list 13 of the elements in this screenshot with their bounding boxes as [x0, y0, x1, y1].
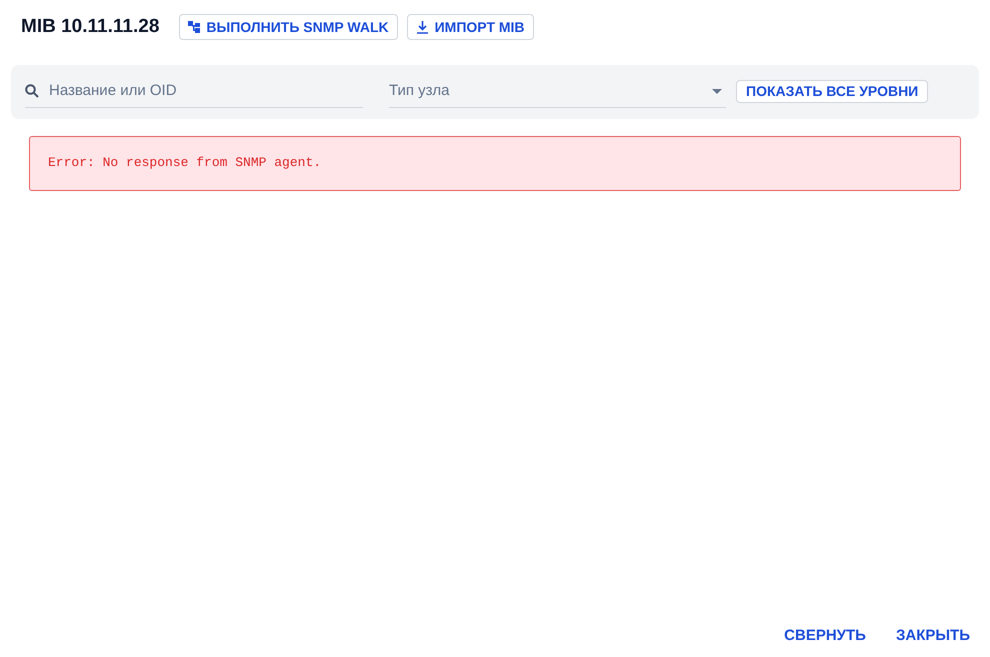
- node-type-select[interactable]: Тип узла: [389, 76, 726, 108]
- search-icon: [25, 84, 39, 98]
- error-message: Error: No response from SNMP agent.: [48, 154, 322, 172]
- dialog-title: MIB 10.11.11.28: [21, 15, 160, 39]
- footer-button[interactable]: ЗАКРЫТЬ: [888, 621, 978, 651]
- dropdown-caret-icon: [712, 88, 722, 94]
- download-icon: [416, 20, 429, 34]
- hierarchy-icon: [188, 21, 200, 34]
- footer-button[interactable]: СВЕРНУТЬ: [776, 621, 874, 651]
- toolbar-button[interactable]: ИМПОРТ MIB: [406, 14, 534, 40]
- toolbar-button[interactable]: ВЫПОЛНИТЬ SNMP WALK: [179, 14, 398, 40]
- search-field[interactable]: Название или OID: [49, 80, 363, 102]
- show-all-levels-button[interactable]: ПОКАЗАТЬ ВСЕ УРОВНИ: [736, 80, 928, 103]
